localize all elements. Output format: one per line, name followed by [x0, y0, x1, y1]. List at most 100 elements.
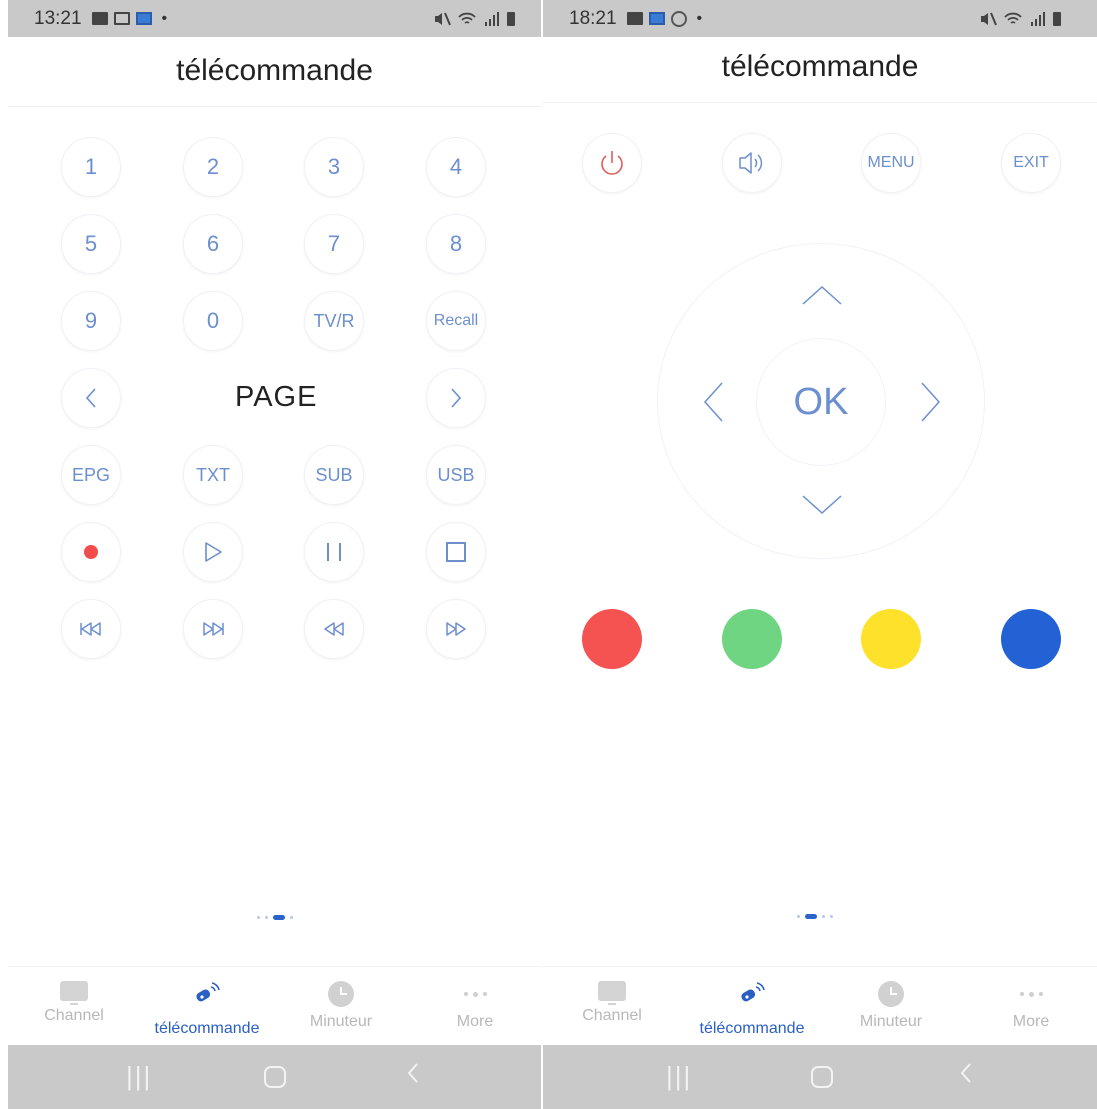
page-title: télécommande [176, 54, 373, 87]
epg-button[interactable]: EPG [61, 445, 121, 505]
tab-channel[interactable]: Channel [547, 981, 677, 1025]
green-button[interactable] [722, 609, 782, 669]
home-icon[interactable] [811, 1066, 833, 1088]
pause-button[interactable] [304, 522, 364, 582]
key-1-label: 1 [84, 154, 98, 179]
key-8-label: 8 [449, 231, 463, 256]
tab-channel[interactable]: Channel [9, 981, 139, 1025]
page-dot [822, 915, 825, 918]
mute-icon [435, 12, 451, 25]
status-time: 13:21 [34, 7, 82, 29]
page-indicator [797, 914, 833, 919]
screen-notification-icon [113, 12, 130, 25]
stop-button[interactable] [426, 522, 486, 582]
status-bar: 13:21 • [8, 0, 541, 37]
page-prev-button[interactable] [61, 368, 121, 428]
page-dot [797, 915, 800, 918]
key-1-button[interactable]: 1 [61, 137, 121, 197]
mute-icon [981, 12, 997, 25]
dpad-down-button[interactable] [801, 492, 843, 521]
dpad-left-button[interactable] [702, 380, 726, 429]
tab-timer-label: Minuteur [309, 1013, 373, 1030]
blue-button[interactable] [1001, 609, 1061, 669]
tab-more[interactable]: More [410, 981, 540, 1031]
skip-back-button[interactable] [61, 599, 121, 659]
ok-button[interactable]: OK [756, 338, 886, 466]
skip-forward-button[interactable] [183, 599, 243, 659]
status-time: 18:21 [569, 7, 617, 29]
recall-label: Recall [433, 312, 479, 329]
more-icon [966, 981, 1096, 1007]
more-icon [410, 981, 540, 1007]
tv-icon [60, 981, 88, 1005]
more-notifications-dot-icon: • [696, 9, 703, 27]
sub-label: SUB [315, 464, 353, 485]
page-label: PAGE [235, 381, 318, 413]
red-button[interactable] [582, 609, 642, 669]
key-0-button[interactable]: 0 [183, 291, 243, 351]
tab-remote[interactable]: télécommande [142, 981, 272, 1038]
rewind-icon [324, 622, 344, 636]
page-title: télécommande [721, 50, 919, 83]
home-icon[interactable] [264, 1066, 286, 1088]
ok-label: OK [793, 380, 849, 423]
yellow-button[interactable] [861, 609, 921, 669]
wifi-icon [1004, 12, 1022, 24]
key-9-button[interactable]: 9 [61, 291, 121, 351]
page-dot [257, 916, 260, 919]
left-screen: 13:21 • télécommande 1 2 3 4 5 6 7 8 9 0… [8, 0, 541, 1109]
record-icon [84, 545, 98, 559]
volume-icon [739, 152, 763, 174]
back-icon[interactable] [959, 1061, 973, 1092]
pause-icon [327, 543, 341, 561]
usb-button[interactable]: USB [426, 445, 486, 505]
key-5-button[interactable]: 5 [61, 214, 121, 274]
play-button[interactable] [183, 522, 243, 582]
tv-radio-button[interactable]: TV/R [304, 291, 364, 351]
key-3-button[interactable]: 3 [304, 137, 364, 197]
volume-button[interactable] [722, 133, 782, 193]
dpad-right-button[interactable] [918, 380, 942, 429]
txt-button[interactable]: TXT [183, 445, 243, 505]
key-7-button[interactable]: 7 [304, 214, 364, 274]
remote-icon [196, 982, 220, 1002]
skip-back-icon [80, 622, 101, 636]
menu-button[interactable]: MENU [861, 133, 921, 193]
tab-more-label: More [1012, 1013, 1050, 1030]
tab-remote-label: télécommande [154, 1020, 260, 1037]
tab-timer[interactable]: Minuteur [276, 981, 406, 1031]
sub-button[interactable]: SUB [304, 445, 364, 505]
tab-timer[interactable]: Minuteur [826, 981, 956, 1031]
dpad-up-button[interactable] [801, 284, 843, 313]
recall-button[interactable]: Recall [426, 291, 486, 351]
page-dot-active [273, 915, 285, 920]
plane-notification-icon [670, 10, 687, 27]
recent-apps-icon[interactable]: ||| [126, 1061, 152, 1092]
exit-button[interactable]: EXIT [1001, 133, 1061, 193]
chevron-right-icon [451, 388, 462, 408]
key-6-button[interactable]: 6 [183, 214, 243, 274]
epg-label: EPG [71, 464, 110, 485]
key-8-button[interactable]: 8 [426, 214, 486, 274]
fast-forward-button[interactable] [426, 599, 486, 659]
record-button[interactable] [61, 522, 121, 582]
signal-icon [485, 11, 499, 26]
back-icon[interactable] [406, 1061, 420, 1092]
rewind-button[interactable] [304, 599, 364, 659]
chevron-left-icon [85, 388, 96, 408]
play-icon [205, 542, 222, 562]
page-next-button[interactable] [426, 368, 486, 428]
key-2-button[interactable]: 2 [183, 137, 243, 197]
usb-label: USB [437, 464, 475, 485]
chevron-up-icon [802, 285, 842, 305]
key-7-label: 7 [327, 231, 341, 256]
key-4-button[interactable]: 4 [426, 137, 486, 197]
recent-apps-icon[interactable]: ||| [666, 1061, 692, 1092]
tab-more[interactable]: More [966, 981, 1096, 1031]
tab-remote[interactable]: télécommande [687, 981, 817, 1038]
signal-icon [1031, 11, 1045, 26]
power-button[interactable] [582, 133, 642, 193]
tab-more-label: More [456, 1013, 494, 1030]
cast-notification-icon [135, 12, 152, 25]
page-dot [830, 915, 833, 918]
